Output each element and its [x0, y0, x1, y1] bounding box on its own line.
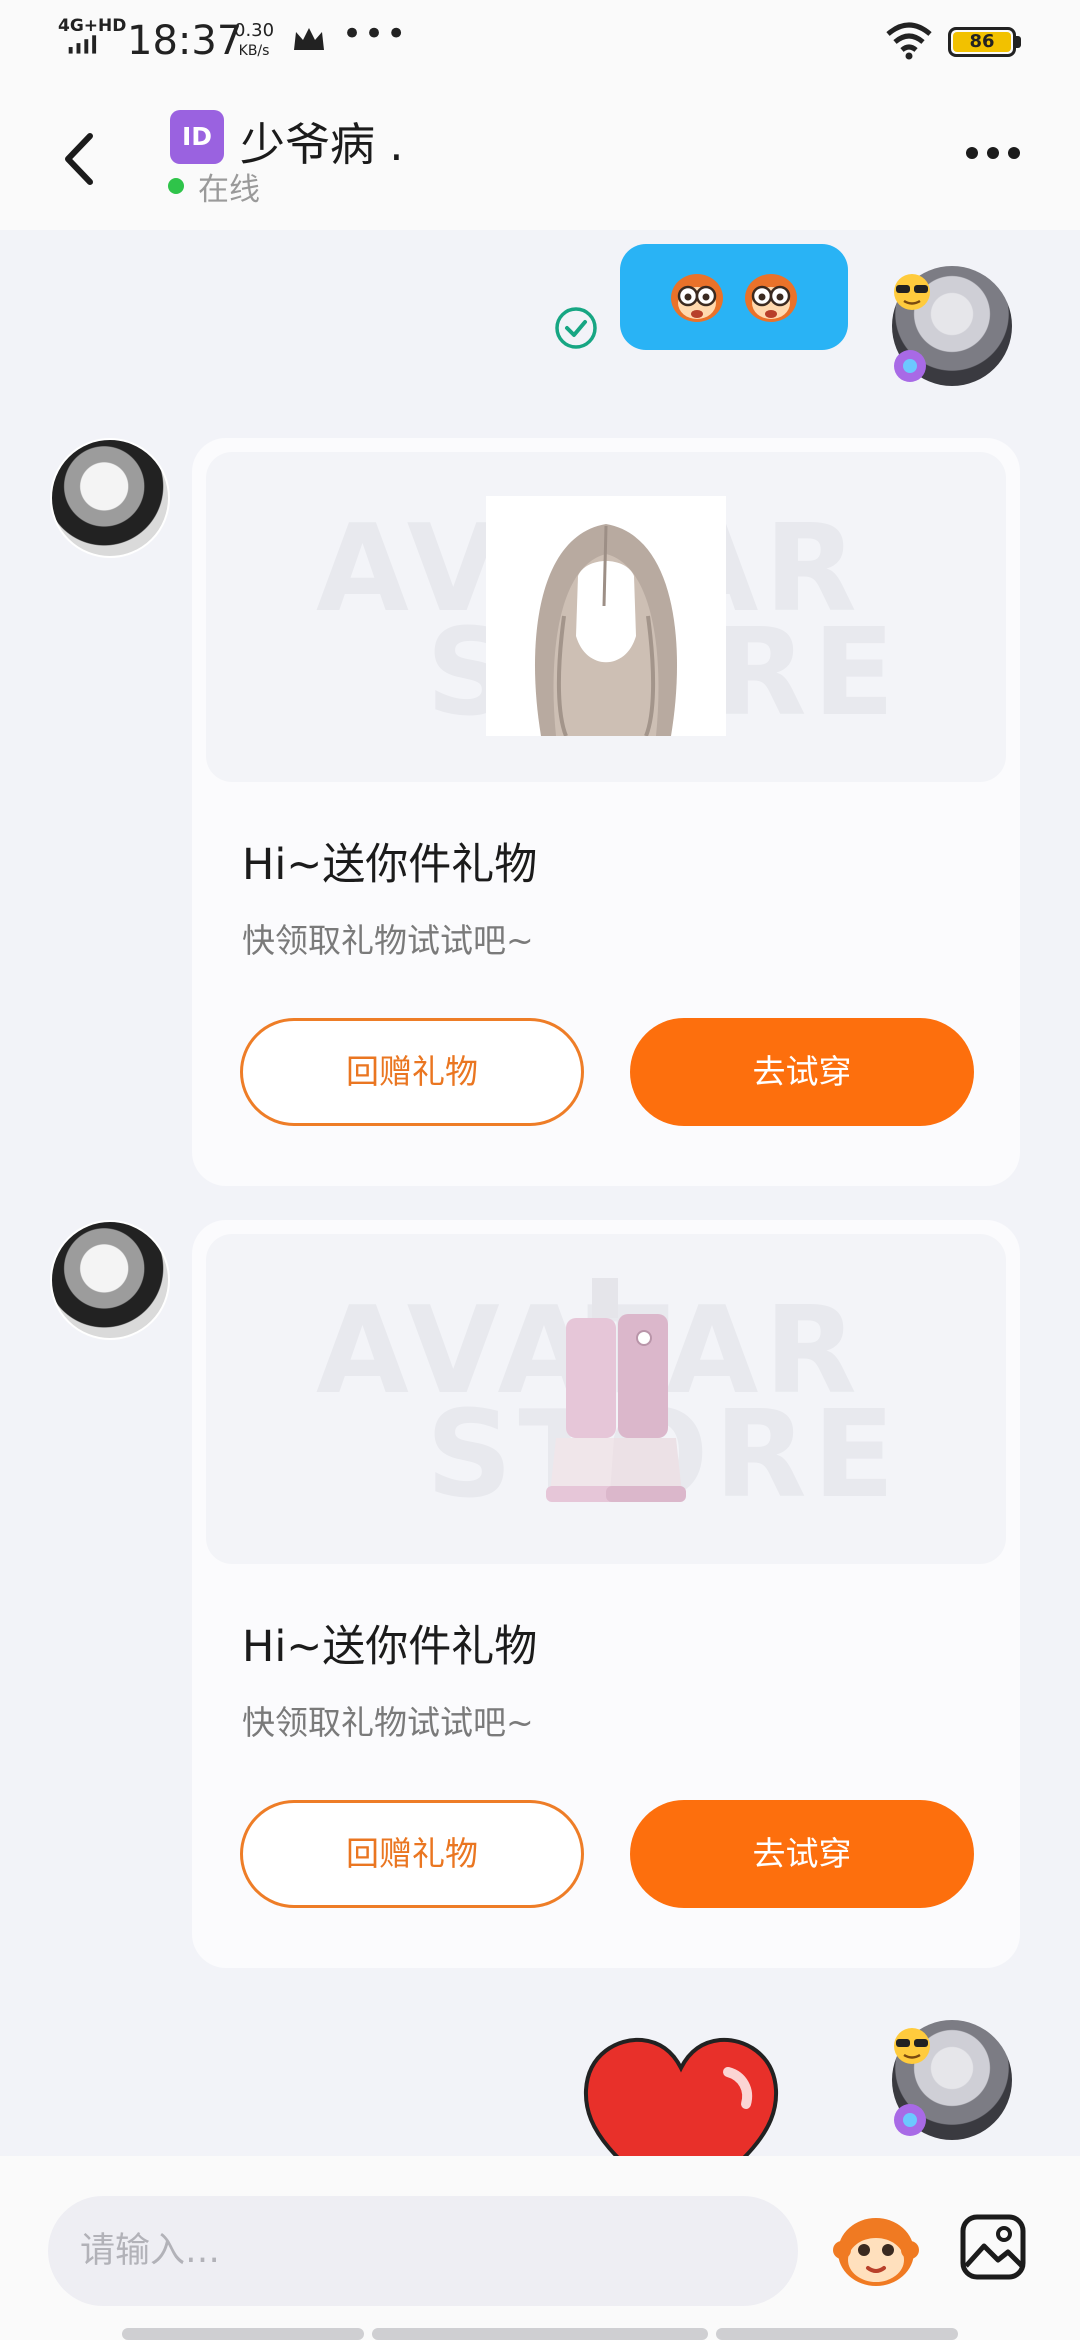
gift-title: Hi~送你件礼物: [242, 840, 538, 890]
signal-icon: [68, 35, 97, 54]
message-input[interactable]: [48, 2196, 798, 2306]
speed-value: 0.30: [234, 20, 275, 41]
return-gift-button[interactable]: 回赠礼物: [240, 1800, 584, 1908]
gift-title: Hi~送你件礼物: [242, 1622, 538, 1672]
online-status-dot: [168, 178, 184, 194]
chat-header: ID 少爷病 . 在线: [0, 84, 1080, 230]
try-on-button[interactable]: 去试穿: [630, 1018, 974, 1126]
clock: 18:37: [127, 18, 243, 64]
contact-avatar[interactable]: [50, 438, 170, 558]
gift-subtitle: 快领取礼物试试吧~: [242, 921, 534, 960]
status-bar: 4G+HD 18:37 0.30 KB/s ••• 86: [0, 0, 1080, 84]
battery-level: 86: [953, 32, 1011, 52]
battery-icon: 86: [948, 27, 1016, 57]
monkey-face-icon: [671, 274, 723, 322]
crown-icon: [294, 28, 324, 50]
monkey-emoji-icon[interactable]: [830, 2204, 922, 2296]
id-badge-icon: ID: [170, 110, 224, 164]
contact-name[interactable]: 少爷病 .: [240, 108, 404, 173]
flower-decoration-icon: [894, 350, 926, 382]
gift-subtitle: 快领取礼物试试吧~: [242, 1703, 534, 1742]
return-gift-button[interactable]: 回赠礼物: [240, 1018, 584, 1126]
wifi-icon: [886, 22, 932, 60]
image-gallery-icon[interactable]: [958, 2212, 1028, 2282]
sunglasses-emoji-icon: [894, 2028, 930, 2064]
flower-decoration-icon: [894, 2104, 926, 2136]
gift-preview[interactable]: AVATAR STORE: [206, 452, 1006, 782]
speed-unit: KB/s: [238, 43, 270, 59]
network-type: 4G+HD: [58, 16, 127, 36]
online-status-text: 在线: [198, 172, 260, 208]
monkey-face-icon: [745, 274, 797, 322]
dot-icon: [987, 147, 999, 159]
sunglasses-emoji-icon: [894, 274, 930, 310]
nav-indicator-segment: [122, 2328, 364, 2340]
nav-indicator-segment: [716, 2328, 958, 2340]
network-speed: 0.30 KB/s: [234, 21, 274, 61]
back-button[interactable]: [48, 124, 118, 194]
contact-avatar[interactable]: [50, 1220, 170, 1340]
try-on-button[interactable]: 去试穿: [630, 1800, 974, 1908]
gift-card: AVATAR STORE Hi~送你件礼物 快领取礼物试试吧~ 回赠礼物 去试穿: [192, 1220, 1020, 1968]
gift-preview[interactable]: AVATAR STORE: [206, 1234, 1006, 1564]
read-receipt-icon: [555, 307, 597, 349]
battery-tip: [1016, 36, 1021, 48]
sticker-message-bubble[interactable]: [620, 244, 848, 350]
wig-item-image: [486, 496, 726, 736]
shoes-item-image: [546, 1278, 686, 1502]
gift-card: AVATAR STORE Hi~送你件礼物 快领取礼物试试吧~ 回赠礼物 去试穿: [192, 438, 1020, 1186]
dot-icon: [966, 147, 978, 159]
input-bar: [0, 2156, 1080, 2340]
more-notifications-icon: •••: [342, 14, 409, 54]
nav-indicator-segment: [372, 2328, 708, 2340]
dot-icon: [1008, 147, 1020, 159]
more-options-button[interactable]: [966, 144, 1034, 180]
